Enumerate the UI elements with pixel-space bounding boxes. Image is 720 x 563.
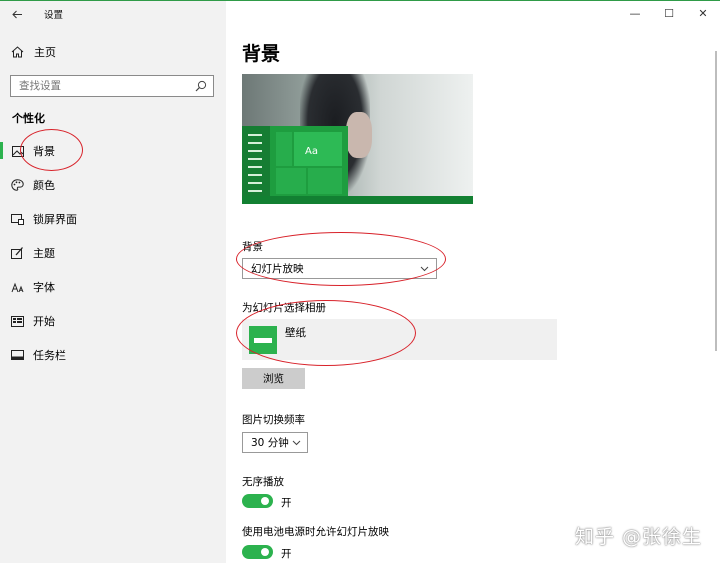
sidebar-item-label: 主题 [33,247,55,260]
album-label: 为幻灯片选择相册 [242,302,326,314]
palette-icon [11,179,24,192]
home-icon [10,45,24,59]
sidebar-nav: 背景 颜色 锁屏界面 主题 字体 开始 任务栏 [0,134,226,372]
preview-menu-line [248,166,262,168]
battery-slideshow-label: 使用电池电源时允许幻灯片放映 [242,526,389,538]
sidebar-item-lock-screen[interactable]: 锁屏界面 [0,202,226,236]
preview-start-menu [242,126,270,196]
preview-tile-large: Aa [294,132,342,166]
back-button[interactable] [0,1,34,27]
preview-menu-line [248,158,262,160]
shuffle-toggle[interactable] [242,494,273,508]
sidebar-item-label: 锁屏界面 [33,213,77,226]
taskbar-icon [11,349,24,362]
sidebar-item-start[interactable]: 开始 [0,304,226,338]
background-type-dropdown[interactable]: 幻灯片放映 [242,258,437,279]
search-icon[interactable] [195,80,207,92]
scrollbar[interactable] [715,51,717,351]
sidebar-item-home[interactable]: 主页 [10,41,56,63]
font-icon [11,281,24,294]
section-label-personalization: 个性化 [12,112,45,125]
preview-menu-line [248,190,262,192]
album-thumbnail [249,325,277,354]
background-preview: Aa [242,74,473,204]
page-title: 背景 [242,43,281,65]
main-pane: — ☐ ✕ 背景 Aa 背景 幻灯片放映 为幻灯片选择相册 壁纸 浏览 图片切换… [226,1,720,563]
interval-dropdown[interactable]: 30 分钟 [242,432,308,453]
sidebar-item-background[interactable]: 背景 [0,134,226,168]
minimize-button[interactable]: — [618,1,652,25]
background-label: 背景 [242,241,263,253]
sidebar-item-label: 任务栏 [33,349,66,362]
sidebar-item-color[interactable]: 颜色 [0,168,226,202]
home-label: 主页 [34,46,56,59]
album-name: 壁纸 [285,327,306,339]
theme-icon [11,247,24,260]
battery-slideshow-toggle[interactable] [242,545,273,559]
preview-menu-line [248,150,262,152]
shuffle-state: 开 [281,497,292,509]
back-arrow-icon [11,10,22,18]
picture-icon [11,145,24,158]
interval-label: 图片切换频率 [242,414,305,426]
preview-photo-face [346,112,372,158]
sidebar-item-fonts[interactable]: 字体 [0,270,226,304]
preview-tile [276,132,292,166]
watermark: 知乎 @张徐生 [574,526,702,548]
sidebar-item-label: 背景 [33,145,55,158]
shuffle-label: 无序播放 [242,476,284,488]
sidebar-item-label: 颜色 [33,179,55,192]
window-controls: — ☐ ✕ [618,1,720,25]
sidebar-item-label: 字体 [33,281,55,294]
browse-button[interactable]: 浏览 [242,368,305,389]
preview-menu-line [248,182,262,184]
preview-menu-line [248,134,262,136]
preview-menu-line [248,142,262,144]
sidebar: 设置 主页 个性化 背景 [0,1,226,563]
app-title: 设置 [44,10,64,21]
preview-tile [308,168,342,194]
search-input[interactable] [19,80,199,92]
preview-taskbar [242,196,473,204]
preview-menu-line [248,174,262,176]
sidebar-item-label: 开始 [33,315,55,328]
lock-screen-icon [11,213,24,226]
search-box[interactable] [10,75,214,97]
sidebar-item-taskbar[interactable]: 任务栏 [0,338,226,372]
interval-value: 30 分钟 [251,437,289,449]
sidebar-item-themes[interactable]: 主题 [0,236,226,270]
chevron-down-icon [420,266,429,272]
background-type-value: 幻灯片放映 [251,263,304,275]
maximize-button[interactable]: ☐ [652,1,686,25]
titlebar: 设置 [0,1,226,27]
album-item[interactable]: 壁纸 [242,319,557,360]
start-icon [11,315,24,328]
close-button[interactable]: ✕ [686,1,720,25]
chevron-down-icon [292,440,301,446]
settings-window: 设置 主页 个性化 背景 [0,0,720,563]
battery-slideshow-state: 开 [281,548,292,560]
preview-tile [276,168,306,194]
